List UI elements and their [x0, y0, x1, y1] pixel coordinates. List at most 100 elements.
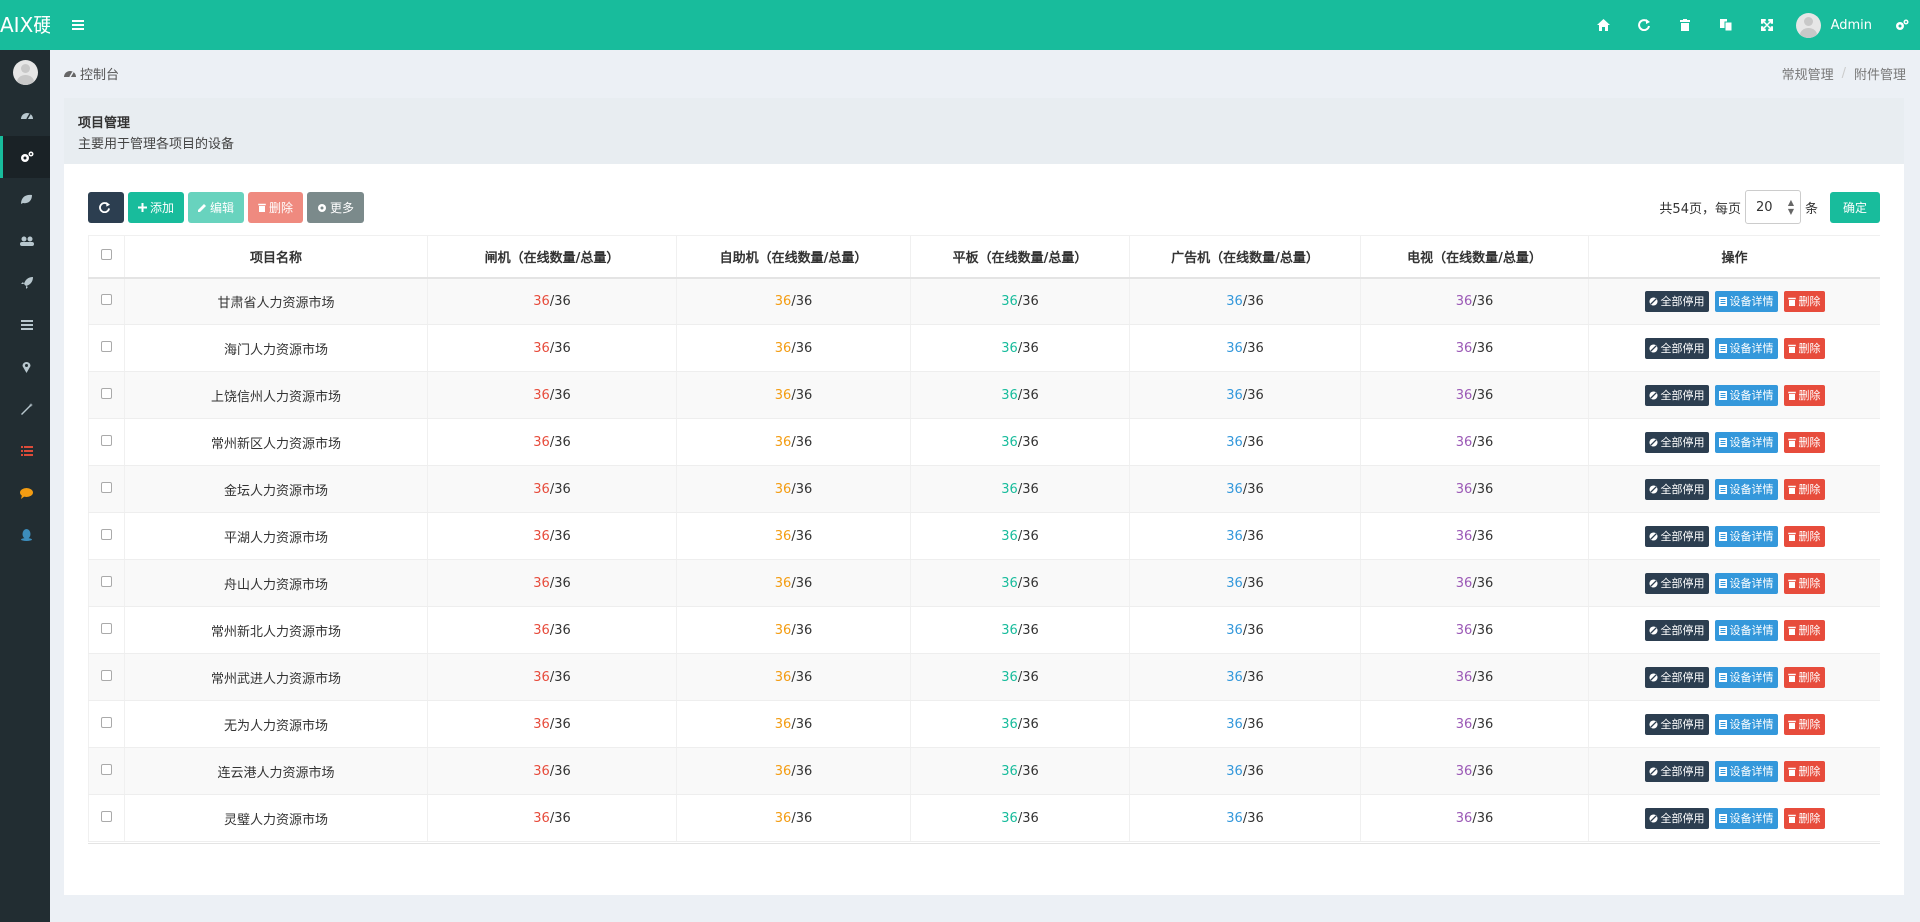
disable-all-button[interactable]: 全部停用 — [1644, 384, 1709, 406]
table-row[interactable]: 连云港人力资源市场 36/36 36/36 36/36 36/36 36/36 全部停用 设备… — [88, 747, 1880, 795]
table-row[interactable]: 金坛人力资源市场 36/36 36/36 36/36 36/36 36/36 全部停用 设备详… — [88, 465, 1880, 513]
confirm-button[interactable]: 确定 — [1829, 191, 1880, 223]
edit-button[interactable]: 编辑 — [188, 192, 245, 223]
sidebar-item-list-red[interactable] — [0, 430, 50, 472]
settings-button[interactable] — [1884, 0, 1920, 50]
disable-all-button[interactable]: 全部停用 — [1644, 290, 1709, 312]
more-button[interactable]: 更多 — [307, 192, 365, 223]
delete-row-button[interactable]: 删除 — [1783, 384, 1825, 406]
sidebar-item-project[interactable] — [0, 136, 50, 178]
table-row[interactable]: 无为人力资源市场 36/36 36/36 36/36 36/36 36/36 全部停用 设备详… — [88, 700, 1880, 748]
row-checkbox[interactable] — [101, 716, 112, 728]
refresh-button[interactable] — [1624, 0, 1665, 50]
row-checkbox[interactable] — [101, 387, 112, 399]
breadcrumb-item-general[interactable]: 常规管理 — [1782, 64, 1834, 83]
column-header[interactable]: 项目名称 — [124, 235, 428, 279]
row-checkbox[interactable] — [101, 528, 112, 540]
disable-all-button[interactable]: 全部停用 — [1644, 525, 1709, 547]
delete-row-button[interactable]: 删除 — [1783, 337, 1825, 359]
table-row[interactable]: 甘肃省人力资源市场 36/36 36/36 36/36 36/36 36/36 全部停用 设备… — [88, 277, 1880, 325]
delete-row-button[interactable]: 删除 — [1783, 572, 1825, 594]
row-checkbox[interactable] — [101, 481, 112, 493]
disable-all-button[interactable]: 全部停用 — [1644, 760, 1709, 782]
disable-all-button[interactable]: 全部停用 — [1644, 478, 1709, 500]
table-row[interactable]: 常州武进人力资源市场 36/36 36/36 36/36 36/36 36/36 全部停用设… — [88, 653, 1880, 701]
sidebar-item-dashboard[interactable] — [0, 94, 50, 136]
device-detail-button[interactable]: 设备详情 — [1714, 760, 1778, 782]
fullscreen-button[interactable] — [1747, 0, 1788, 50]
delete-row-button[interactable]: 删除 — [1783, 525, 1825, 547]
device-detail-button[interactable]: 设备详情 — [1714, 478, 1778, 500]
column-header[interactable]: 闸机（在线数量/总量） — [427, 235, 677, 279]
add-button[interactable]: 添加 — [128, 192, 185, 223]
device-detail-button[interactable]: 设备详情 — [1714, 384, 1778, 406]
table-row[interactable]: 舟山人力资源市场 36/36 36/36 36/36 36/36 36/36 全部停用 设备详… — [88, 559, 1880, 607]
row-checkbox[interactable] — [101, 340, 112, 352]
per-page-input[interactable]: 20 ▲ ▼ — [1744, 190, 1801, 224]
clear-cache-button[interactable] — [1665, 0, 1706, 50]
delete-row-button[interactable]: 删除 — [1783, 713, 1825, 735]
table-row[interactable]: 常州新北人力资源市场 36/36 36/36 36/36 36/36 36/36 全部停用设… — [88, 606, 1880, 654]
table-row[interactable]: 常州新区人力资源市场 36/36 36/36 36/36 36/36 36/36 全部停用设… — [88, 418, 1880, 466]
home-button[interactable] — [1583, 0, 1624, 50]
delete-row-button[interactable]: 删除 — [1783, 666, 1825, 688]
device-detail-button[interactable]: 设备详情 — [1714, 619, 1778, 641]
table-row[interactable]: 平湖人力资源市场 36/36 36/36 36/36 36/36 36/36 全部停用 设备详… — [88, 512, 1880, 560]
column-header[interactable]: 平板（在线数量/总量） — [910, 235, 1130, 279]
disable-all-button[interactable]: 全部停用 — [1644, 337, 1709, 359]
device-detail-button[interactable]: 设备详情 — [1714, 431, 1778, 453]
select-all-checkbox[interactable] — [101, 248, 112, 260]
device-detail-button[interactable]: 设备详情 — [1714, 525, 1778, 547]
sidebar-item-leaf[interactable] — [0, 178, 50, 220]
column-header[interactable]: 广告机（在线数量/总量） — [1129, 235, 1361, 279]
column-header[interactable]: 自助机（在线数量/总量） — [676, 235, 911, 279]
device-detail-button[interactable]: 设备详情 — [1714, 666, 1778, 688]
table-row[interactable]: 海门人力资源市场 36/36 36/36 36/36 36/36 36/36 全部停用 设备详… — [88, 324, 1880, 372]
delete-row-button[interactable]: 删除 — [1783, 290, 1825, 312]
delete-row-button[interactable]: 删除 — [1783, 760, 1825, 782]
disable-all-button[interactable]: 全部停用 — [1644, 431, 1709, 453]
disable-all-button[interactable]: 全部停用 — [1644, 619, 1709, 641]
sidebar-item-list[interactable] — [0, 304, 50, 346]
user-menu[interactable]: Admin — [1788, 0, 1884, 50]
column-header[interactable]: 电视（在线数量/总量） — [1360, 235, 1589, 279]
table-row[interactable]: 灵璧人力资源市场 36/36 36/36 36/36 36/36 36/36 全部停用 设备详… — [88, 794, 1880, 842]
row-checkbox[interactable] — [101, 434, 112, 446]
table-row[interactable]: 上饶信州人力资源市场 36/36 36/36 36/36 36/36 36/36 全部停用设… — [88, 371, 1880, 419]
device-detail-button[interactable]: 设备详情 — [1714, 337, 1778, 359]
delete-row-button[interactable]: 删除 — [1783, 807, 1825, 829]
language-button[interactable] — [1706, 0, 1747, 50]
row-checkbox[interactable] — [101, 669, 112, 681]
row-checkbox[interactable] — [101, 763, 112, 775]
delete-row-button[interactable]: 删除 — [1783, 478, 1825, 500]
disable-all-button[interactable]: 全部停用 — [1644, 666, 1709, 688]
row-checkbox[interactable] — [101, 622, 112, 634]
device-detail-button[interactable]: 设备详情 — [1714, 807, 1778, 829]
breadcrumb-home[interactable]: 控制台 — [64, 64, 119, 83]
row-checkbox[interactable] — [101, 293, 112, 305]
delete-button[interactable]: 删除 — [248, 192, 304, 223]
sidebar-item-qq[interactable] — [0, 514, 50, 556]
more-button-label: 更多 — [330, 201, 355, 215]
device-detail-button[interactable]: 设备详情 — [1714, 290, 1778, 312]
device-detail-button[interactable]: 设备详情 — [1714, 572, 1778, 594]
menu-toggle-button[interactable] — [66, 13, 90, 37]
per-page-stepper[interactable]: ▲ ▼ — [1788, 198, 1794, 216]
device-detail-button[interactable]: 设备详情 — [1714, 713, 1778, 735]
row-checkbox[interactable] — [101, 810, 112, 822]
app-logo[interactable]: AIX硬 — [0, 0, 50, 50]
sidebar-item-comment[interactable] — [0, 472, 50, 514]
disable-all-button[interactable]: 全部停用 — [1644, 807, 1709, 829]
delete-row-button[interactable]: 删除 — [1783, 431, 1825, 453]
sidebar-item-magic[interactable] — [0, 388, 50, 430]
disable-all-button[interactable]: 全部停用 — [1644, 572, 1709, 594]
refresh-button[interactable] — [88, 192, 124, 223]
disable-all-button[interactable]: 全部停用 — [1644, 713, 1709, 735]
row-checkbox[interactable] — [101, 575, 112, 587]
sidebar-avatar[interactable] — [0, 50, 50, 94]
delete-row-button[interactable]: 删除 — [1783, 619, 1825, 641]
sidebar-item-users[interactable] — [0, 220, 50, 262]
sidebar-item-rocket[interactable] — [0, 262, 50, 304]
sidebar-item-location[interactable] — [0, 346, 50, 388]
breadcrumb-item-attachment[interactable]: 附件管理 — [1854, 64, 1906, 83]
